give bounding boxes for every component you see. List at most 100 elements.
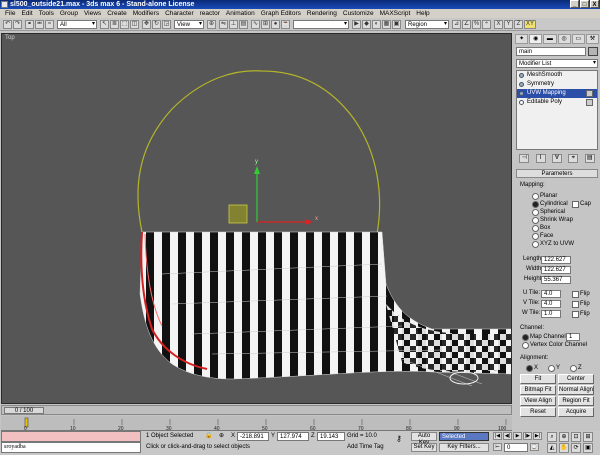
add-time-tag[interactable]: Add Time Tag [347, 443, 384, 452]
radio-cylindrical[interactable]: Cylindrical [532, 200, 568, 208]
transform-plane-handle[interactable] [228, 204, 248, 224]
cap-checkbox[interactable]: Cap [572, 200, 591, 208]
render-last-icon[interactable]: ◆ [362, 20, 371, 29]
w-tile-spinner[interactable]: 1.0 [541, 310, 561, 318]
acquire-button[interactable]: Acquire [558, 407, 594, 417]
object-name-field[interactable]: main [516, 47, 586, 56]
w-flip-checkbox[interactable]: Flip [572, 310, 590, 318]
percent-snap-icon[interactable]: % [472, 20, 481, 29]
mirror-icon[interactable]: ⇋ [219, 20, 228, 29]
maxscript-mini-listener[interactable]: sroyadba [1, 442, 141, 453]
track-view-icon[interactable]: ▦ [382, 20, 391, 29]
go-to-start-icon[interactable]: |◀ [493, 432, 502, 440]
spinner-snap-icon[interactable]: ÷ [482, 20, 491, 29]
reference-coordinate-dropdown[interactable]: View [174, 20, 204, 29]
z-coordinate-field[interactable]: 19.143 [317, 432, 345, 441]
schematic-view-icon[interactable]: ⊞ [261, 20, 270, 29]
axis-x-button[interactable]: X [494, 20, 503, 29]
radio-xyz-to-uvw[interactable]: XYZ to UVW [532, 240, 574, 248]
view-align-button[interactable]: View Align [520, 396, 556, 406]
key-icon[interactable]: ⚷ [396, 434, 402, 443]
menu-rendering[interactable]: Rendering [304, 9, 340, 18]
menu-customize[interactable]: Customize [340, 9, 377, 18]
radio-map-channel[interactable]: Map Channel: [522, 333, 567, 341]
radio-vertex-color-channel[interactable]: Vertex Color Channel [522, 341, 587, 349]
u-flip-checkbox[interactable]: Flip [572, 290, 590, 298]
minimize-button[interactable]: _ [570, 0, 579, 8]
window-crossing-icon[interactable]: ◫ [130, 20, 139, 29]
select-by-name-icon[interactable]: ≣ [110, 20, 119, 29]
selection-filter-dropdown[interactable]: All [57, 20, 97, 29]
angle-snap-icon[interactable]: ∠ [462, 20, 471, 29]
curve-editor-icon[interactable]: ∿ [251, 20, 260, 29]
undo-icon[interactable]: ↶ [3, 20, 12, 29]
u-tile-spinner[interactable]: 4.0 [541, 290, 561, 298]
modifier-list-dropdown[interactable]: Modifier List [516, 59, 598, 68]
select-object-icon[interactable]: ↖ [100, 20, 109, 29]
stack-item-editable-poly[interactable]: Editable Poly [517, 98, 597, 107]
axis-z-icon[interactable]: Z [514, 20, 523, 29]
layer-manager-icon[interactable]: ▤ [239, 20, 248, 29]
absolute-mode-icon[interactable]: ⊕ [219, 432, 224, 441]
rotate-icon[interactable]: ↻ [152, 20, 161, 29]
field-of-view-icon[interactable]: ◭ [547, 443, 557, 453]
time-slider[interactable]: 0 / 100 [1, 405, 512, 415]
maxscript-listener-pink[interactable] [1, 431, 141, 442]
radio-shrink-wrap[interactable]: Shrink Wrap [532, 216, 573, 224]
radio-face[interactable]: Face [532, 232, 553, 240]
snap-toggle-icon[interactable]: ⊿ [452, 20, 461, 29]
menu-group[interactable]: Group [57, 9, 81, 18]
menu-graph-editors[interactable]: Graph Editors [258, 9, 304, 18]
lock-selection-icon[interactable]: 🔒 [205, 432, 212, 441]
zoom-all-icon[interactable]: ⊕ [559, 432, 569, 442]
stack-item-meshsmooth[interactable]: MeshSmooth [517, 71, 597, 80]
display-tab-icon[interactable]: ▭ [571, 34, 585, 44]
v-flip-checkbox[interactable]: Flip [572, 300, 590, 308]
pin-stack-icon[interactable]: ⊣ [519, 154, 530, 163]
reset-button[interactable]: Reset [520, 407, 556, 417]
next-frame-icon[interactable]: |▶ [523, 432, 532, 440]
expand-icon[interactable] [586, 90, 593, 97]
create-tab-icon[interactable]: ✦ [515, 34, 529, 44]
play-icon[interactable]: ▶ [513, 432, 522, 440]
bulb-icon[interactable] [519, 91, 524, 96]
render-type-icon[interactable]: ▣ [392, 20, 401, 29]
remove-modifier-icon[interactable]: ⌖ [568, 154, 579, 163]
map-channel-spinner[interactable]: 1 [566, 333, 580, 341]
menu-views[interactable]: Views [81, 9, 104, 18]
named-selection-dropdown[interactable] [293, 20, 349, 29]
menu-edit[interactable]: Edit [18, 9, 35, 18]
center-button[interactable]: Center [558, 374, 594, 384]
parameters-rollout-title[interactable]: Parameters [516, 169, 598, 178]
hierarchy-tab-icon[interactable]: ▬ [543, 34, 557, 44]
region-fit-button[interactable]: Region Fit [558, 396, 594, 406]
bulb-icon[interactable] [519, 100, 524, 105]
radio-box[interactable]: Box [532, 224, 550, 232]
material-editor-icon[interactable]: ● [271, 20, 280, 29]
go-to-end-icon[interactable]: ▶| [533, 432, 542, 440]
top-viewport[interactable]: Top y x [1, 33, 512, 404]
pivot-center-icon[interactable]: ⊕ [207, 20, 216, 29]
normal-align-button[interactable]: Normal Align [558, 385, 594, 395]
environment-icon[interactable]: ◐ [372, 20, 381, 29]
set-key-button[interactable]: Set Key [411, 443, 437, 452]
menu-file[interactable]: File [2, 9, 18, 18]
time-slider-thumb[interactable]: 0 / 100 [4, 407, 44, 414]
zoom-extents-icon[interactable]: ⊡ [571, 432, 581, 442]
make-unique-icon[interactable]: ∀ [551, 154, 562, 163]
current-frame-field[interactable]: 0 [504, 443, 528, 452]
auto-key-button[interactable]: Auto Key [411, 432, 437, 446]
axis-xy-button[interactable]: XY [524, 20, 536, 29]
menu-reactor[interactable]: reactor [197, 9, 223, 18]
previous-frame-icon[interactable]: ◀| [503, 432, 512, 440]
stack-item-uvw-mapping[interactable]: UVW Mapping [517, 89, 597, 98]
maximize-button[interactable]: □ [580, 0, 589, 8]
x-coordinate-field[interactable]: -218.891 [237, 432, 269, 441]
v-tile-spinner[interactable]: 4.0 [541, 300, 561, 308]
align-icon[interactable]: ⊥ [229, 20, 238, 29]
show-end-result-icon[interactable]: I [535, 154, 546, 163]
scale-icon[interactable]: ◲ [162, 20, 171, 29]
radio-planar[interactable]: Planar [532, 192, 557, 200]
menu-maxscript[interactable]: MAXScript [377, 9, 414, 18]
track-bar[interactable]: 0 10 20 30 40 50 60 70 80 90 100 [1, 416, 512, 432]
